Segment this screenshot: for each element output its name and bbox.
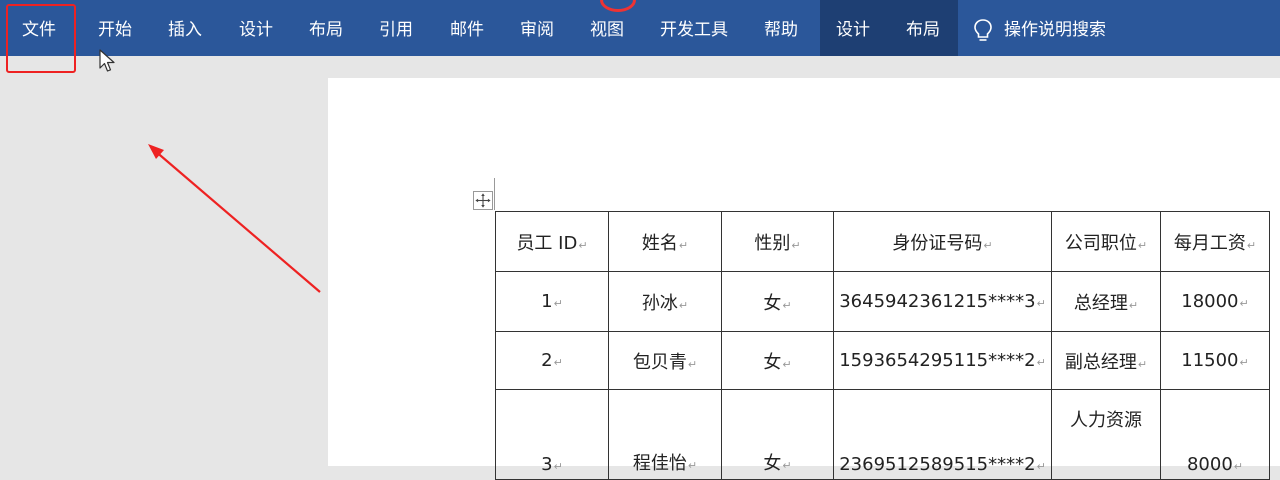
tab-help[interactable]: 帮助 xyxy=(764,16,798,44)
table-move-handle-icon[interactable] xyxy=(473,191,493,210)
cell-name[interactable]: 孙冰↵ xyxy=(608,271,722,332)
table-header-row: 员工 ID↵ 姓名↵ 性别↵ 身份证号码↵ 公司职位↵ 每月工资↵ xyxy=(495,211,1270,272)
cell-id[interactable]: 2↵ xyxy=(495,331,609,390)
cell-salary[interactable]: 8000↵ xyxy=(1160,389,1270,480)
table-corner-mark xyxy=(494,178,495,210)
tab-table-layout[interactable]: 布局 xyxy=(906,16,940,44)
tell-me-search[interactable]: 操作说明搜索 xyxy=(1004,16,1106,44)
tab-design[interactable]: 设计 xyxy=(239,16,273,44)
header-cell-position[interactable]: 公司职位↵ xyxy=(1051,211,1161,272)
cell-position[interactable]: 人力资源 xyxy=(1051,389,1161,480)
header-cell-salary[interactable]: 每月工资↵ xyxy=(1160,211,1270,272)
ribbon-bar: 文件 开始 插入 设计 布局 引用 邮件 审阅 视图 开发工具 帮助 设计 布局… xyxy=(0,0,1280,56)
cell-id[interactable]: 3↵ xyxy=(495,389,609,480)
tab-layout[interactable]: 布局 xyxy=(309,16,343,44)
cell-id[interactable]: 1↵ xyxy=(495,271,609,332)
tab-developer[interactable]: 开发工具 xyxy=(660,16,728,44)
tab-home[interactable]: 开始 xyxy=(98,16,132,44)
cell-salary[interactable]: 11500↵ xyxy=(1160,331,1270,390)
table-row: 2↵ 包贝青↵ 女↵ 1593654295115****2↵ 副总经理↵ 115… xyxy=(495,331,1270,390)
table-row: 3↵ 程佳怡↵ 女↵ 2369512589515****2↵ 人力资源 8000… xyxy=(495,389,1270,480)
mouse-cursor-icon xyxy=(99,49,115,72)
header-cell-id[interactable]: 员工 ID↵ xyxy=(495,211,609,272)
cell-salary[interactable]: 18000↵ xyxy=(1160,271,1270,332)
employee-table[interactable]: 员工 ID↵ 姓名↵ 性别↵ 身份证号码↵ 公司职位↵ 每月工资↵ 1↵ 孙冰↵… xyxy=(495,211,1270,480)
cell-position[interactable]: 总经理↵ xyxy=(1051,271,1161,332)
cell-gender[interactable]: 女↵ xyxy=(721,331,834,390)
tab-table-design[interactable]: 设计 xyxy=(836,16,870,44)
tab-references[interactable]: 引用 xyxy=(379,16,413,44)
header-cell-gender[interactable]: 性别↵ xyxy=(721,211,834,272)
cell-position[interactable]: 副总经理↵ xyxy=(1051,331,1161,390)
tab-insert[interactable]: 插入 xyxy=(168,16,202,44)
cell-gender[interactable]: 女↵ xyxy=(721,389,834,480)
table-row: 1↵ 孙冰↵ 女↵ 3645942361215****3↵ 总经理↵ 18000… xyxy=(495,271,1270,332)
file-tab-highlight xyxy=(6,4,76,73)
annotation-arrow-icon xyxy=(148,144,321,293)
header-cell-idcard[interactable]: 身份证号码↵ xyxy=(833,211,1052,272)
cell-gender[interactable]: 女↵ xyxy=(721,271,834,332)
cell-idcard[interactable]: 3645942361215****3↵ xyxy=(833,271,1052,332)
tab-review[interactable]: 审阅 xyxy=(520,16,554,44)
tab-mailings[interactable]: 邮件 xyxy=(450,16,484,44)
cell-idcard[interactable]: 2369512589515****2↵ xyxy=(833,389,1052,480)
header-cell-name[interactable]: 姓名↵ xyxy=(608,211,722,272)
cell-name[interactable]: 程佳怡↵ xyxy=(608,389,722,480)
cell-name[interactable]: 包贝青↵ xyxy=(608,331,722,390)
tab-view[interactable]: 视图 xyxy=(590,16,624,44)
lightbulb-icon[interactable] xyxy=(972,18,994,44)
cell-idcard[interactable]: 1593654295115****2↵ xyxy=(833,331,1052,390)
